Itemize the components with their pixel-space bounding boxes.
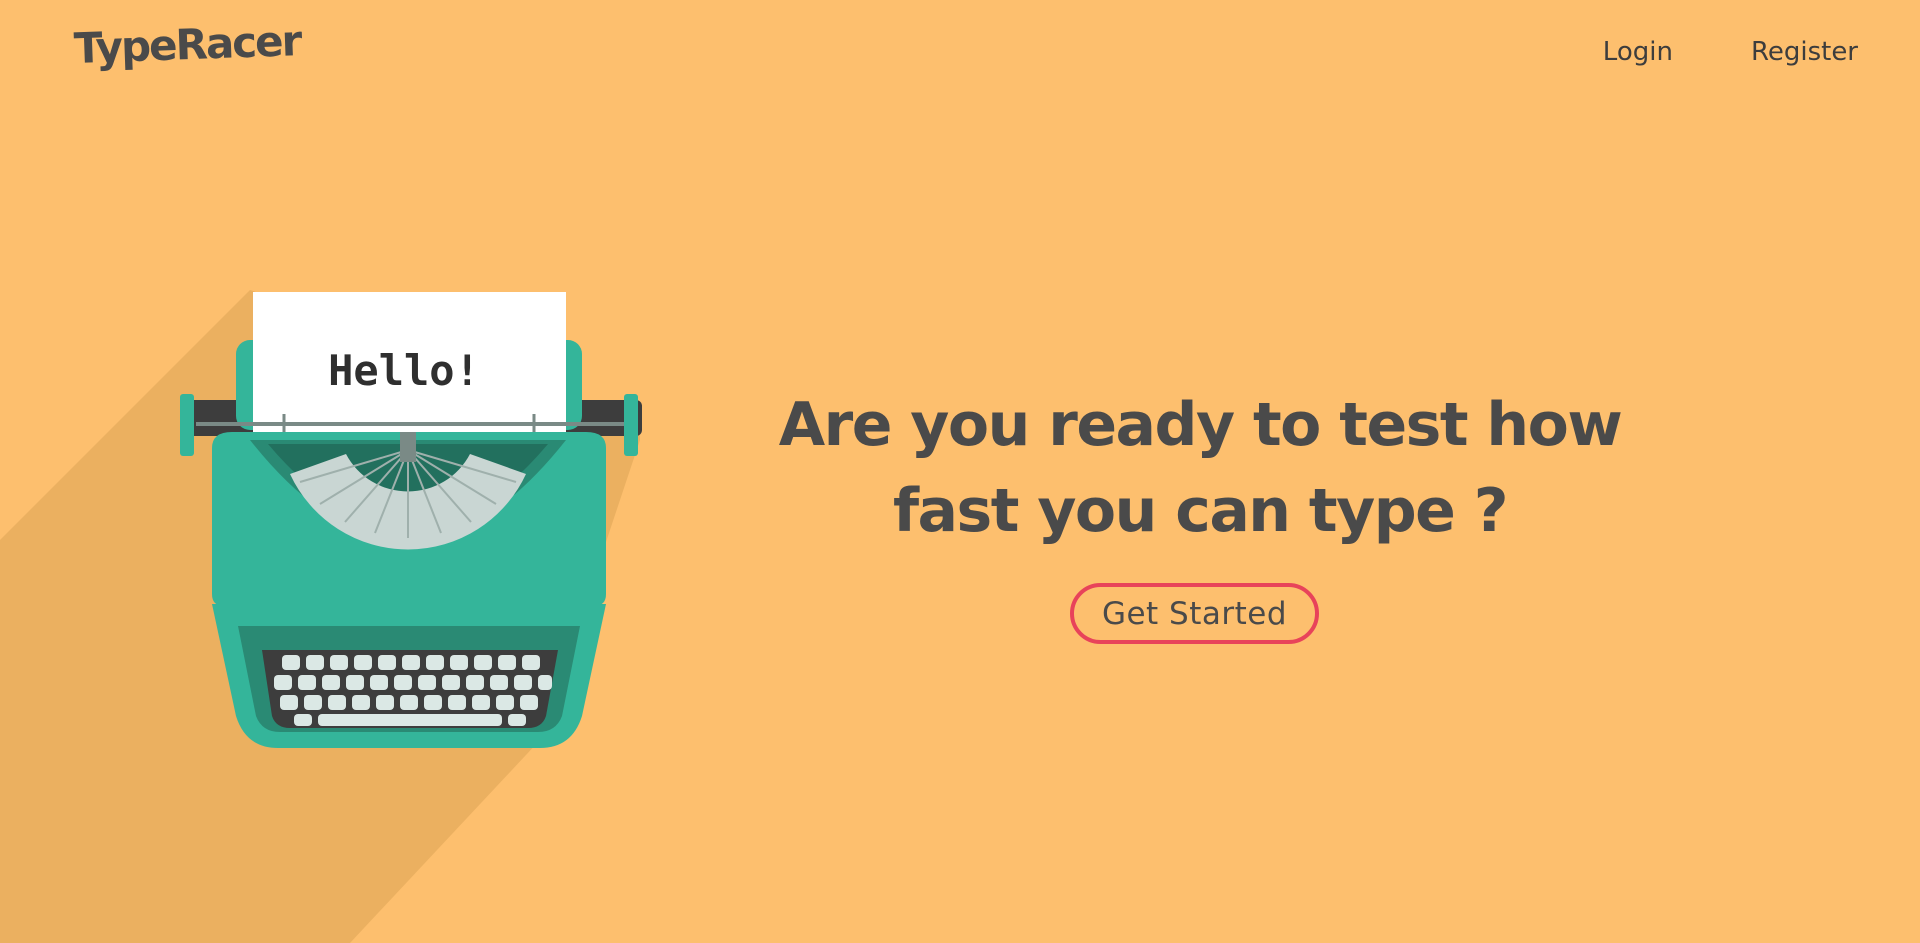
register-link[interactable]: Register	[1751, 36, 1858, 68]
get-started-button[interactable]: Get Started	[1070, 583, 1319, 644]
headline-line-1: Are you ready to test how	[778, 390, 1623, 460]
login-link[interactable]: Login	[1603, 36, 1673, 68]
paper-text: Hello!	[328, 346, 480, 395]
nav-links: Login Register	[1603, 36, 1858, 68]
right-knob	[624, 394, 638, 456]
left-knob	[180, 394, 194, 456]
hero-headline: Are you ready to test how fast you can t…	[760, 382, 1640, 554]
typewriter-illustration: Hello!	[0, 290, 642, 943]
type-guide	[400, 432, 416, 462]
headline-line-2: fast you can type ?	[892, 476, 1509, 546]
